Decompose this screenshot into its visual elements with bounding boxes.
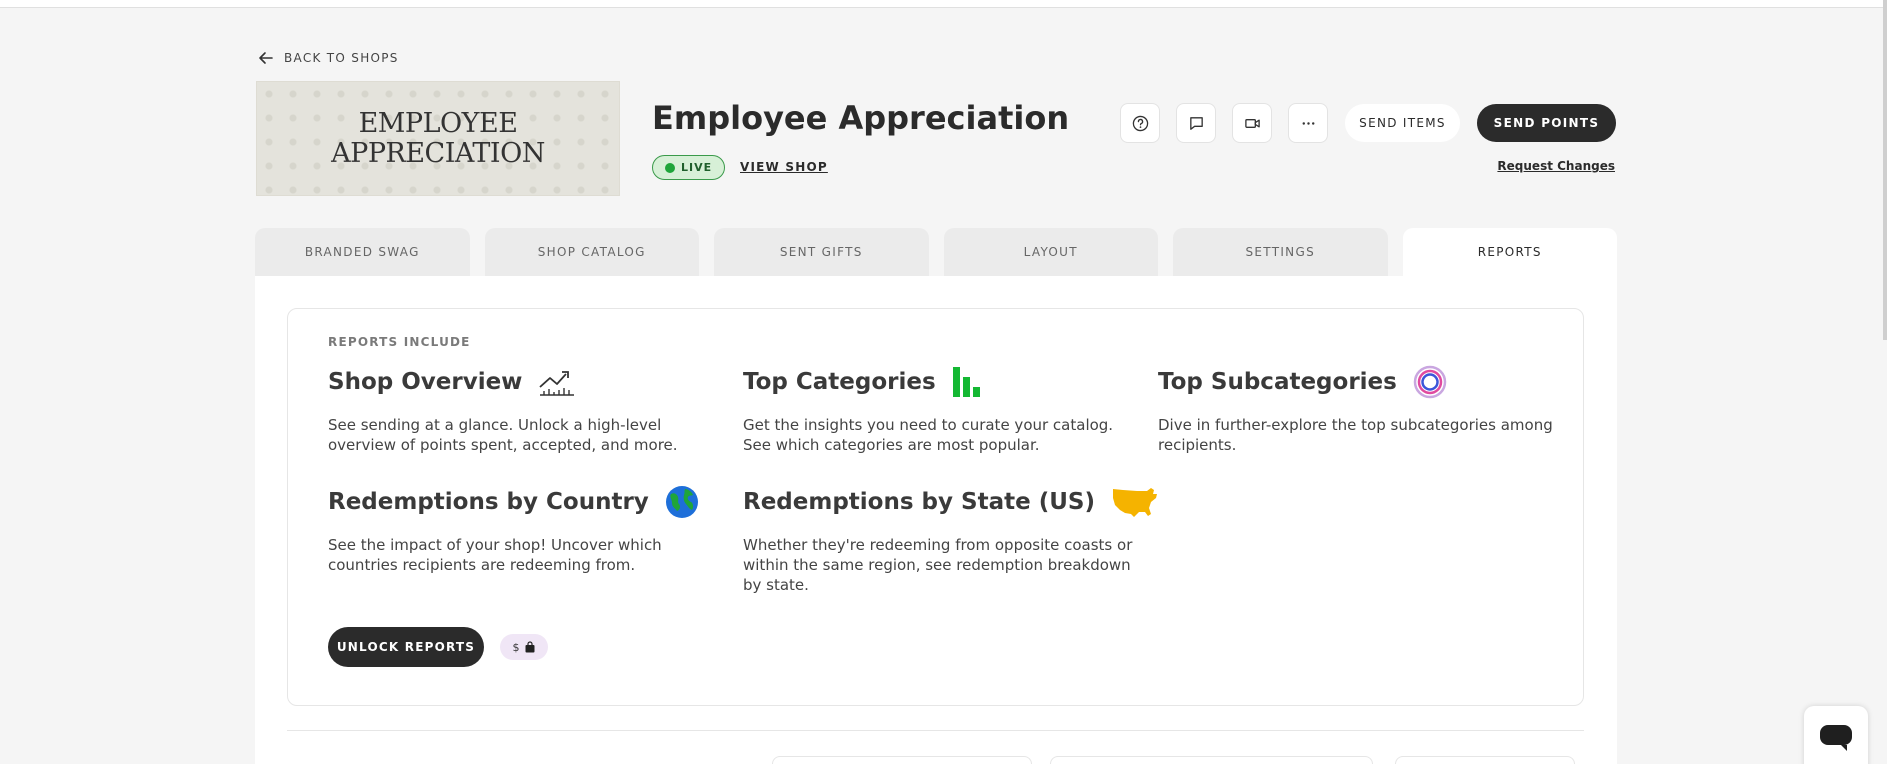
send-items-button[interactable]: SEND ITEMS <box>1345 104 1460 142</box>
video-icon <box>1244 118 1260 128</box>
back-to-shops-link[interactable]: BACK TO SHOPS <box>258 50 399 66</box>
comment-icon <box>1189 116 1203 130</box>
tab-sent-gifts[interactable]: SENT GIFTS <box>714 228 929 276</box>
line-chart-icon <box>538 367 576 397</box>
target-icon <box>1413 365 1447 399</box>
tab-branded-swag[interactable]: BRANDED SWAG <box>255 228 470 276</box>
comment-button[interactable] <box>1176 103 1216 143</box>
chat-widget-button[interactable] <box>1804 706 1868 764</box>
section-divider <box>287 730 1584 731</box>
feature-title: Shop Overview <box>328 369 523 395</box>
chat-icon <box>1820 725 1852 751</box>
feature-desc: See the impact of your shop! Uncover whi… <box>328 536 662 574</box>
globe-icon <box>665 485 699 519</box>
feature-title: Top Subcategories <box>1158 369 1397 395</box>
help-icon <box>1132 115 1148 131</box>
help-button[interactable] <box>1120 103 1160 143</box>
live-dot-icon <box>665 162 675 173</box>
shopping-bag-icon <box>525 641 534 653</box>
reports-card: REPORTS INCLUDE Shop Overview See sendin… <box>287 308 1584 706</box>
shop-banner: EMPLOYEE APPRECIATION <box>256 81 620 196</box>
feature-desc: Dive in further-explore the top subcateg… <box>1158 416 1553 454</box>
feature-shop-overview: Shop Overview See sending at a glance. U… <box>328 364 728 455</box>
status-label: LIVE <box>681 161 713 174</box>
feature-title: Redemptions by Country <box>328 489 649 515</box>
feature-desc: Whether they're redeeming from opposite … <box>743 536 1133 594</box>
more-options-button[interactable] <box>1288 103 1328 143</box>
feature-redemptions-country: Redemptions by Country See the impact of… <box>328 484 728 575</box>
reports-include-heading: REPORTS INCLUDE <box>328 335 471 349</box>
tab-settings[interactable]: SETTINGS <box>1173 228 1388 276</box>
price-symbol: $ <box>512 640 520 654</box>
card-stub <box>772 756 1032 764</box>
feature-top-subcategories: Top Subcategories Dive in further-explor… <box>1158 364 1558 455</box>
feature-desc: See sending at a glance. Unlock a high-l… <box>328 416 678 454</box>
feature-title: Top Categories <box>743 369 936 395</box>
unlock-reports-button[interactable]: UNLOCK REPORTS <box>328 627 484 667</box>
shop-tabs: BRANDED SWAG SHOP CATALOG SENT GIFTS LAY… <box>255 228 1617 276</box>
feature-desc: Get the insights you need to curate your… <box>743 416 1114 454</box>
feature-redemptions-state: Redemptions by State (US) Whether they'r… <box>743 484 1157 595</box>
arrow-left-icon <box>259 52 273 64</box>
card-stub <box>1050 756 1373 764</box>
status-badge: LIVE <box>652 155 726 180</box>
price-badge: $ <box>500 634 548 660</box>
view-shop-link[interactable]: VIEW SHOP <box>740 160 828 174</box>
scrollbar[interactable] <box>1883 0 1887 340</box>
more-icon <box>1302 121 1314 125</box>
card-stub <box>1395 756 1575 764</box>
top-bar <box>0 0 1887 8</box>
bar-chart-icon <box>952 366 982 398</box>
reports-panel: REPORTS INCLUDE Shop Overview See sendin… <box>255 276 1617 764</box>
tab-shop-catalog[interactable]: SHOP CATALOG <box>484 228 699 276</box>
feature-top-categories: Top Categories Get the insights you need… <box>743 364 1143 455</box>
video-button[interactable] <box>1232 103 1272 143</box>
page-title: Employee Appreciation <box>652 99 1070 137</box>
banner-line-1: EMPLOYEE <box>358 107 518 139</box>
back-label: BACK TO SHOPS <box>284 51 399 65</box>
send-points-button[interactable]: SEND POINTS <box>1477 104 1616 142</box>
tab-layout[interactable]: LAYOUT <box>943 228 1158 276</box>
us-map-icon <box>1111 485 1159 519</box>
banner-line-2: APPRECIATION <box>331 137 545 169</box>
feature-title: Redemptions by State (US) <box>743 489 1095 515</box>
request-changes-link[interactable]: Request Changes <box>1497 159 1615 173</box>
tab-reports[interactable]: REPORTS <box>1402 228 1617 276</box>
